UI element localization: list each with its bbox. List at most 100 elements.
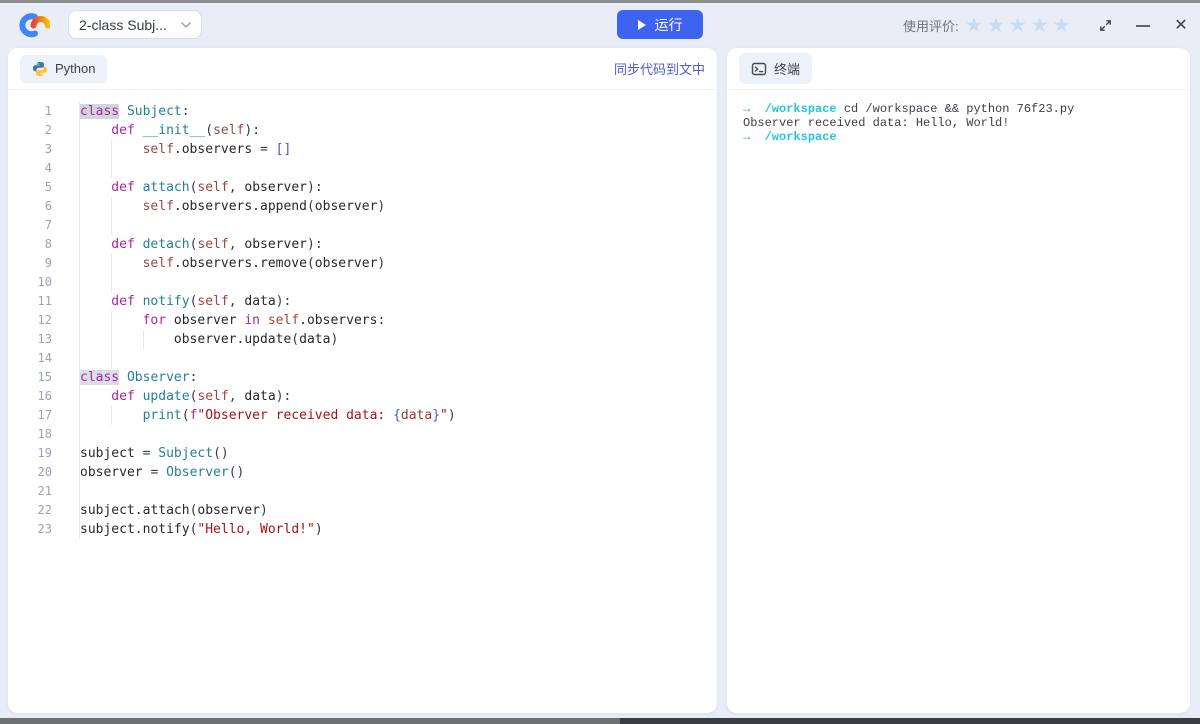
play-icon	[637, 19, 646, 30]
terminal-line: → /workspace cd /workspace && python 76f…	[743, 102, 1075, 116]
line-number: 4	[44, 161, 52, 175]
app-logo-icon	[14, 10, 51, 45]
code-text: subject.attach(observer)	[79, 501, 268, 520]
python-icon	[33, 61, 47, 76]
code-line[interactable]: 19 subject = Subject()	[16, 444, 709, 463]
code-line[interactable]: 3 self.observers = []	[16, 140, 709, 159]
code-line[interactable]: 5 def attach(self, observer):	[16, 178, 709, 197]
code-text: self.observers.append(observer)	[79, 197, 385, 216]
star-icon[interactable]: ★	[1030, 15, 1049, 36]
star-icon[interactable]: ★	[986, 15, 1005, 36]
star-icon[interactable]: ★	[1008, 15, 1027, 36]
expand-icon[interactable]	[1096, 17, 1114, 35]
code-line[interactable]: 17 print(f"Observer received data: {data…	[16, 406, 709, 425]
line-number: 22	[37, 503, 52, 517]
terminal-line: → /workspace	[743, 130, 837, 144]
chevron-down-icon	[181, 21, 191, 28]
code-line[interactable]: 7	[16, 216, 709, 235]
code-text: subject = Subject()	[79, 444, 229, 463]
code-line[interactable]: 23 subject.notify("Hello, World!")	[16, 520, 709, 539]
code-text: def notify(self, data):	[79, 292, 291, 311]
run-button-label: 运行	[654, 16, 683, 33]
line-number: 17	[37, 408, 52, 422]
code-line[interactable]: 10	[16, 273, 709, 292]
close-icon: ✕	[1174, 16, 1188, 34]
minimize-icon	[1136, 24, 1150, 27]
line-number: 3	[44, 142, 52, 156]
line-number: 11	[37, 294, 52, 308]
code-text	[79, 159, 143, 178]
close-button[interactable]: ✕	[1172, 17, 1190, 35]
line-number: 19	[37, 446, 52, 460]
code-text: observer.update(data)	[79, 330, 338, 349]
line-number: 14	[37, 351, 52, 365]
line-number: 13	[37, 332, 52, 346]
code-line[interactable]: 11 def notify(self, data):	[16, 292, 709, 311]
code-line[interactable]: 1 class Subject:	[16, 102, 709, 121]
line-number: 7	[44, 218, 52, 232]
tab-python-label: Python	[55, 61, 96, 76]
tab-terminal-label: 终端	[774, 62, 801, 77]
code-text: class Subject:	[79, 102, 190, 121]
code-text: self.observers = []	[79, 140, 291, 159]
terminal-icon	[751, 62, 767, 75]
line-number: 8	[44, 237, 52, 251]
code-line[interactable]: 14	[16, 349, 709, 368]
code-line[interactable]: 18	[16, 425, 709, 444]
sync-code-link[interactable]: 同步代码到文中	[614, 59, 705, 78]
code-text: self.observers.remove(observer)	[79, 254, 385, 273]
line-number: 1	[44, 104, 52, 118]
window-controls: ✕	[1096, 3, 1190, 48]
tab-python[interactable]: Python	[20, 54, 108, 83]
document-selector-dropdown[interactable]: 2-class Subj...	[68, 10, 202, 39]
rating-stars: ★ ★ ★ ★ ★	[965, 15, 1071, 36]
code-line[interactable]: 15 class Observer:	[16, 368, 709, 387]
editor-panel-header: Python 同步代码到文中	[8, 48, 717, 90]
line-number: 2	[44, 123, 52, 137]
tab-terminal[interactable]: 终端	[739, 53, 813, 84]
code-line[interactable]: 21	[16, 482, 709, 501]
code-line[interactable]: 4	[16, 159, 709, 178]
run-button[interactable]: 运行	[617, 10, 703, 39]
code-line[interactable]: 9 self.observers.remove(observer)	[16, 254, 709, 273]
terminal-output[interactable]: → /workspace cd /workspace && python 76f…	[727, 90, 1190, 156]
code-text: def __init__(self):	[79, 121, 260, 140]
code-line[interactable]: 13 observer.update(data)	[16, 330, 709, 349]
terminal-panel-header: 终端	[727, 48, 1190, 90]
code-text: print(f"Observer received data: {data}")	[79, 406, 456, 425]
code-text: def attach(self, observer):	[79, 178, 323, 197]
rating-label: 使用评价:	[903, 19, 959, 34]
line-number: 18	[37, 427, 52, 441]
line-number: 21	[37, 484, 52, 498]
code-text	[79, 273, 143, 292]
code-line[interactable]: 22 subject.attach(observer)	[16, 501, 709, 520]
line-number: 15	[37, 370, 52, 384]
code-text: def update(self, data):	[79, 387, 291, 406]
document-selector-label: 2-class Subj...	[79, 16, 167, 33]
code-editor[interactable]: 1 class Subject: 2 def __init__(self): 3 se…	[8, 90, 717, 539]
line-number: 6	[44, 199, 52, 213]
code-text: class Observer:	[79, 368, 198, 387]
code-text: def detach(self, observer):	[79, 235, 323, 254]
line-number: 9	[44, 256, 52, 270]
line-number: 23	[37, 522, 52, 536]
minimize-button[interactable]	[1134, 17, 1152, 35]
line-number: 10	[37, 275, 52, 289]
line-number: 16	[37, 389, 52, 403]
code-line[interactable]: 12 for observer in self.observers:	[16, 311, 709, 330]
star-icon[interactable]: ★	[965, 15, 984, 36]
terminal-panel: 终端 → /workspace cd /workspace && python …	[727, 48, 1190, 713]
code-line[interactable]: 2 def __init__(self):	[16, 121, 709, 140]
line-number: 20	[37, 465, 52, 479]
code-text: for observer in self.observers:	[79, 311, 385, 330]
app-header: 2-class Subj... 运行 使用评价: ★ ★ ★ ★ ★ ✕	[0, 3, 1200, 48]
code-line[interactable]: 8 def detach(self, observer):	[16, 235, 709, 254]
code-text	[79, 349, 143, 368]
terminal-line: Observer received data: Hello, World!	[743, 116, 1010, 130]
code-line[interactable]: 6 self.observers.append(observer)	[16, 197, 709, 216]
star-icon[interactable]: ★	[1052, 15, 1071, 36]
code-line[interactable]: 20 observer = Observer()	[16, 463, 709, 482]
code-line[interactable]: 16 def update(self, data):	[16, 387, 709, 406]
code-editor-panel: Python 同步代码到文中 1 class Subject: 2 def __in…	[8, 48, 717, 713]
code-text: observer = Observer()	[79, 463, 245, 482]
